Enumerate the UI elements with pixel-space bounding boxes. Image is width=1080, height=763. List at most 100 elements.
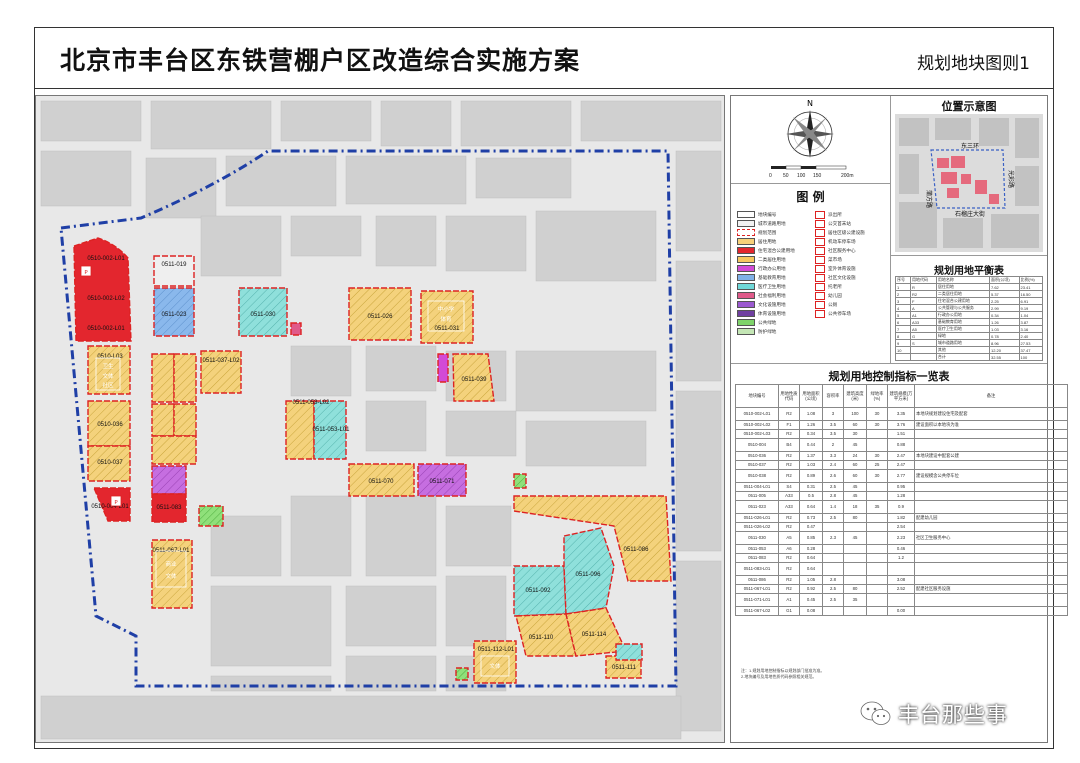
- balance-row: 2 R2 二类居住用地 5.37 16.50: [895, 290, 1043, 298]
- legend-item: 公共停车场: [815, 309, 865, 318]
- balance-cell: 3.87: [1018, 318, 1043, 326]
- svg-text:200m: 200m: [841, 173, 854, 179]
- plan-map[interactable]: 0510-002-L01 0510-002-L02 0510-002-L01 0…: [35, 95, 725, 743]
- control-cell: 60: [843, 460, 867, 470]
- label-0510-036: 0510-036: [97, 422, 123, 428]
- control-cell: 0.88: [887, 438, 915, 452]
- label-0511-023: 0511-023: [162, 312, 188, 318]
- balance-cell: 1.04: [1018, 311, 1043, 319]
- control-cell: 1.03: [799, 460, 823, 470]
- control-cell: 0510-037: [735, 460, 779, 470]
- parcel-0511-053-a: [285, 400, 315, 460]
- control-cell: 0511-071-L01: [735, 593, 779, 607]
- label-0511-053: 0511-053-L01: [313, 427, 351, 433]
- control-cell: 1.51: [887, 429, 915, 439]
- control-cell: 0.85: [799, 531, 823, 545]
- control-cell: 0511-083-L01: [735, 562, 779, 576]
- legend-item: 地块编号: [737, 210, 795, 219]
- control-cell: 0.95: [887, 482, 915, 492]
- control-cell: [866, 531, 888, 545]
- parcel-0511-L04: [173, 403, 197, 437]
- balance-cell: 1.26: [988, 318, 1020, 326]
- balance-row: 4 A 公共管理与公共服务 2.99 9.19: [895, 304, 1043, 312]
- control-cell: 2.77: [887, 469, 915, 483]
- control-cell: R2: [778, 460, 800, 470]
- balance-cell: 4: [895, 304, 911, 312]
- balance-cell: A5: [909, 325, 937, 333]
- control-row: 0511-005 A33 0.5 2.8 45 1.28: [735, 491, 1068, 501]
- balance-cell: 5.37: [988, 290, 1020, 298]
- control-cell: 3.08: [887, 575, 915, 585]
- legend-item: 室外体育设施: [815, 264, 865, 273]
- compass-rose: N 0 50 100 150 200m: [769, 99, 854, 179]
- control-cell: [866, 553, 888, 563]
- balance-cell: 37.47: [1018, 346, 1043, 354]
- control-cell: 60: [843, 469, 867, 483]
- control-row: 0510-038 R2 0.89 2.6 60 30 2.77 建设规模含公共停车位: [735, 469, 1068, 483]
- control-cell: [866, 438, 888, 452]
- label-0510-004-a: 0510-002-L01: [87, 326, 125, 332]
- balance-cell: 1.03: [988, 325, 1020, 333]
- control-cell: 2.54: [887, 522, 915, 532]
- control-cell: [914, 562, 1068, 576]
- svg-text:体育: 体育: [440, 315, 452, 323]
- control-header-cell: 地块编号: [735, 384, 779, 408]
- control-cell: [843, 562, 867, 576]
- control-cell: 0511-067-L01: [735, 584, 779, 594]
- balance-cell: 住宅混合公建用地: [935, 297, 990, 305]
- control-index-table: 地块编号 用地性质代码 用地面积(公顷) 容积率 建筑高度(米) 绿地率(%) 建筑规模(万…: [735, 384, 1068, 616]
- control-cell: 0.5: [799, 491, 823, 501]
- legend-item: 住宅混合公建用地: [737, 246, 795, 255]
- control-cell: 100: [843, 407, 867, 421]
- legend-item: 派出所: [815, 210, 865, 219]
- control-row: 0511-030 A5 0.85 2.3 45 2.23 社区卫生服务中心: [735, 531, 1068, 545]
- control-cell: 0511-067-L02: [735, 606, 779, 616]
- parcel-0511-L02: [151, 403, 175, 437]
- svg-text:50: 50: [783, 173, 789, 179]
- control-cell: [887, 562, 915, 576]
- svg-text:东三环: 东三环: [961, 142, 979, 150]
- control-cell: [822, 553, 844, 563]
- parcel-green-2: [513, 473, 527, 489]
- control-cell: 0.47: [799, 522, 823, 532]
- land-balance-table: 规划用地平衡表 序号 用地代码 用地名称 面积(公顷) 比例(%) 1 R 居住用地 7.62 2…: [891, 256, 1047, 364]
- control-row: 0511-053 A6 0.28 0.46: [735, 544, 1068, 554]
- balance-cell: 3: [895, 297, 911, 305]
- balance-cell: A1: [909, 311, 937, 319]
- control-cell: 0.45: [799, 593, 823, 607]
- balance-row: 7 A5 医疗卫生用地 1.03 3.16: [895, 325, 1043, 333]
- balance-cell: 16.50: [1018, 290, 1043, 298]
- balance-cell: 9: [895, 339, 911, 347]
- control-cell: 0.31: [799, 482, 823, 492]
- control-cell: 2.6: [822, 469, 844, 483]
- compass-scale-box: N 0 50 100 150 200m: [731, 96, 891, 184]
- control-row: 0510-002-L01 R2 1.08 3 100 30 3.35 本地块规划建设住宅及配套: [735, 407, 1068, 421]
- page-title: 北京市丰台区东铁营棚户区改造综合实施方案: [60, 46, 581, 75]
- legend-item: 公共绿地: [737, 318, 795, 327]
- control-cell: 0510-002-L03: [735, 429, 779, 439]
- sheet-title: 规划地块图则1: [917, 54, 1030, 74]
- balance-cell: 行政办公用地: [935, 311, 990, 319]
- control-cell: R2: [778, 575, 800, 585]
- control-cell: 0510-002-L01: [735, 407, 779, 421]
- svg-text:蒲方路: 蒲方路: [925, 190, 933, 208]
- control-cell: 0.08: [799, 606, 823, 616]
- location-map-svg: 东三环 蒲方路 石榴庄大街 光彩路: [895, 114, 1043, 252]
- control-cell: 1.2: [887, 553, 915, 563]
- label-0511-112: 0511-112-L01: [478, 647, 515, 653]
- label-0511-110: 0511-110: [529, 635, 554, 641]
- balance-cell: G: [909, 332, 937, 340]
- drawing-header: 北京市丰台区东铁营棚户区改造综合实施方案 规划地块图则1: [34, 27, 1054, 89]
- control-cell: 80: [843, 513, 867, 523]
- control-cell: 3.76: [887, 420, 915, 430]
- legend-item: 社会福利用地: [737, 291, 795, 300]
- legend-item: 机动车停车场: [815, 237, 865, 246]
- balance-cell: 二类居住用地: [935, 290, 990, 298]
- svg-text:文体: 文体: [489, 662, 501, 670]
- control-cell: [843, 553, 867, 563]
- svg-text:150: 150: [813, 173, 822, 179]
- control-cell: 0511-023: [735, 500, 779, 514]
- control-cell: 1.08: [799, 407, 823, 421]
- control-cell: 35: [843, 593, 867, 607]
- control-cell: [887, 593, 915, 607]
